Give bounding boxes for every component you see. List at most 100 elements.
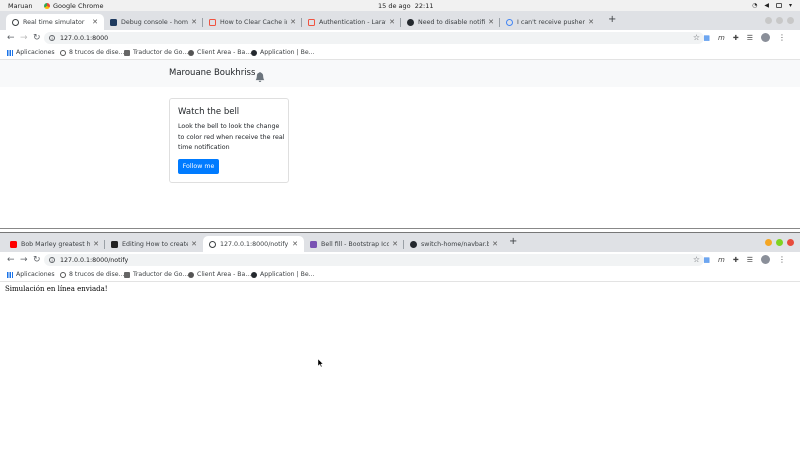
star-icon[interactable]: ☆ — [693, 33, 700, 42]
arrow-left-icon[interactable]: ← — [7, 255, 15, 265]
tab-title: 127.0.0.1:8000/notify — [220, 240, 289, 248]
bell-icon[interactable] — [255, 67, 265, 86]
reading-list-icon[interactable]: ☰ — [747, 34, 753, 42]
kebab-menu-icon[interactable]: ⋮ — [778, 255, 786, 264]
close-icon[interactable]: ✕ — [389, 18, 395, 26]
system-tray[interactable]: ◔ ◀ ▾ — [752, 2, 792, 9]
card-text: Look the bell to look the change to colo… — [178, 123, 285, 151]
chrome-icon — [44, 2, 50, 9]
tab-title: Debug console - home-sw... — [121, 18, 189, 26]
address-text: 127.0.0.1:8000/notify — [60, 256, 129, 264]
minimize-button[interactable] — [765, 17, 772, 24]
close-icon[interactable]: ✕ — [492, 240, 498, 248]
bookmark-item[interactable]: 8 trucos de dise... — [60, 49, 124, 56]
info-icon[interactable]: i — [49, 35, 55, 41]
translate-icon — [124, 49, 130, 56]
apps-grid-icon — [7, 49, 13, 56]
tab-editing-how-to[interactable]: Editing How to create real ti ✕ — [105, 236, 203, 252]
clock-date: 15 de ago — [378, 1, 411, 10]
bookmark-item[interactable]: Traductor de Go... — [124, 271, 188, 278]
tab-notify[interactable]: 127.0.0.1:8000/notify ✕ — [203, 236, 304, 252]
arrow-right-icon[interactable]: → — [20, 255, 28, 265]
profile-avatar[interactable] — [761, 33, 770, 42]
bookmark-label: Client Area - Ba... — [197, 49, 252, 56]
close-icon[interactable]: ✕ — [392, 240, 398, 248]
address-bar[interactable]: i 127.0.0.1:8000 ☆ — [44, 32, 704, 44]
tab-disable-notification[interactable]: Need to disable notification ✕ — [401, 14, 500, 30]
address-bar[interactable]: i 127.0.0.1:8000/notify ☆ — [44, 254, 704, 266]
extension-m-icon[interactable]: m — [718, 34, 725, 42]
close-icon[interactable]: ✕ — [92, 18, 98, 26]
tab-clear-cache[interactable]: How to Clear Cache in Lar... ✕ — [203, 14, 302, 30]
close-icon[interactable]: ✕ — [292, 240, 298, 248]
tab-pusher[interactable]: I can't receive pusher mess ✕ — [500, 14, 600, 30]
tab-title: I can't receive pusher mess — [517, 18, 586, 26]
info-icon[interactable]: i — [49, 257, 55, 263]
close-icon[interactable]: ✕ — [191, 240, 197, 248]
arrow-left-icon[interactable]: ← — [7, 33, 15, 43]
tab-favicon-icon — [209, 18, 216, 26]
volume-icon: ◀ — [764, 2, 769, 9]
bookmark-item[interactable]: Application | Be... — [251, 271, 315, 278]
reload-icon[interactable]: ↻ — [33, 33, 41, 43]
bookmark-label: 8 trucos de dise... — [69, 49, 125, 56]
bookmark-item[interactable]: 8 trucos de dise... — [60, 271, 124, 278]
loading-icon — [60, 49, 66, 56]
close-icon[interactable]: ✕ — [93, 240, 99, 248]
bootstrap-icon — [310, 240, 317, 248]
maximize-button[interactable] — [776, 17, 783, 24]
close-icon[interactable]: ✕ — [488, 18, 494, 26]
tab-debug-console[interactable]: Debug console - home-sw... ✕ — [104, 14, 203, 30]
reading-list-icon[interactable]: ☰ — [747, 256, 753, 264]
translate-icon — [124, 271, 130, 278]
bookmark-item[interactable]: Client Area - Ba... — [188, 271, 251, 278]
tab-title: How to Clear Cache in Lar... — [220, 18, 287, 26]
bookmark-apps[interactable]: Aplicaciones — [7, 271, 55, 278]
new-tab-button[interactable]: + — [509, 236, 517, 247]
new-tab-button[interactable]: + — [608, 14, 616, 25]
mouse-cursor-icon — [317, 352, 324, 371]
close-icon[interactable]: ✕ — [290, 18, 296, 26]
bookmark-label: Traductor de Go... — [133, 49, 189, 56]
star-icon[interactable]: ☆ — [693, 255, 700, 264]
bookmark-item[interactable]: Traductor de Go... — [124, 49, 188, 56]
extension-icon[interactable]: ▦ — [703, 34, 710, 42]
bookmarks-bar: Aplicaciones 8 trucos de dise... Traduct… — [0, 46, 800, 60]
bookmark-label: Aplicaciones — [16, 49, 55, 56]
minimize-button[interactable] — [765, 239, 772, 246]
profile-avatar[interactable] — [761, 255, 770, 264]
simulation-sent-message: Simulación en línea enviada! — [5, 285, 108, 293]
tab-bell-fill[interactable]: Bell fill - Bootstrap Icons ✕ — [304, 236, 404, 252]
extension-m-icon[interactable]: m — [718, 256, 725, 264]
github-icon — [251, 271, 257, 278]
close-window-button[interactable] — [787, 17, 794, 24]
kebab-menu-icon[interactable]: ⋮ — [778, 33, 786, 42]
laravel-icon — [308, 18, 315, 26]
system-user-name[interactable]: Maruan — [8, 2, 33, 10]
bookmark-item[interactable]: Application | Be... — [251, 49, 315, 56]
bookmarks-bar: Aplicaciones 8 trucos de dise... Traduct… — [0, 268, 800, 282]
follow-me-button[interactable]: Follow me — [178, 159, 219, 174]
bookmark-label: Traductor de Go... — [133, 271, 189, 278]
page-content: Simulación en línea enviada! — [0, 282, 800, 450]
system-top-bar: Maruan Google Chrome 15 de ago 22:11 ◔ ◀… — [0, 0, 800, 11]
extension-icon[interactable]: ▦ — [703, 256, 710, 264]
active-app-indicator[interactable]: Google Chrome — [44, 2, 103, 10]
puzzle-icon[interactable]: ✚ — [733, 34, 739, 42]
extensions-area: ▦ m ✚ ☰ ⋮ — [703, 255, 786, 264]
navbar-brand[interactable]: Marouane Boukhriss — [169, 68, 255, 78]
close-icon[interactable]: ✕ — [191, 18, 197, 26]
bookmark-apps[interactable]: Aplicaciones — [7, 49, 55, 56]
system-clock[interactable]: 15 de ago 22:11 — [378, 2, 434, 10]
arrow-right-icon[interactable]: → — [20, 33, 28, 43]
tab-authentication-laravel[interactable]: Authentication - Laravel - T ✕ — [302, 14, 401, 30]
tab-real-time-simulator[interactable]: Real time simulator ✕ — [6, 14, 104, 30]
tab-bob-marley[interactable]: Bob Marley greatest hits ✕ — [4, 236, 105, 252]
maximize-button[interactable] — [776, 239, 783, 246]
close-window-button[interactable] — [787, 239, 794, 246]
reload-icon[interactable]: ↻ — [33, 255, 41, 265]
puzzle-icon[interactable]: ✚ — [733, 256, 739, 264]
tab-navbar-blade[interactable]: switch-home/navbar.blade.p ✕ — [404, 236, 504, 252]
close-icon[interactable]: ✕ — [588, 18, 594, 26]
bookmark-item[interactable]: Client Area - Ba... — [188, 49, 251, 56]
